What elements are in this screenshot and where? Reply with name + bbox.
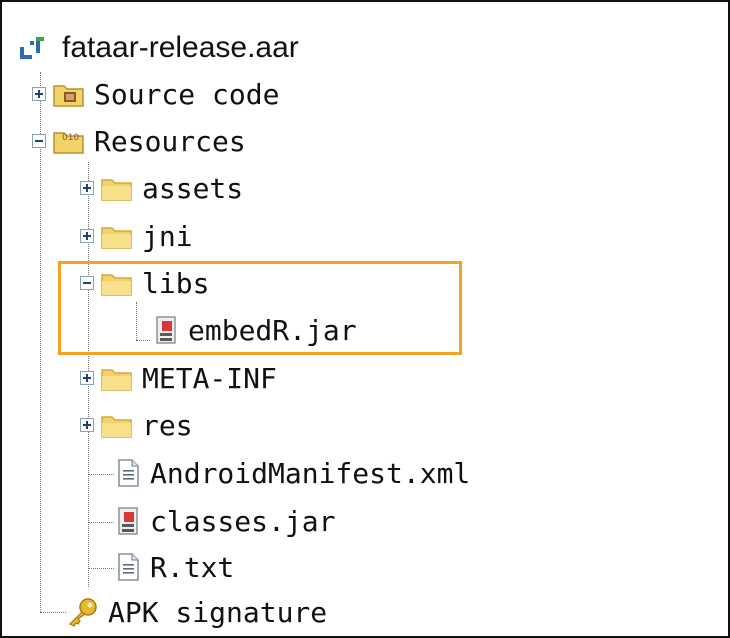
text-file-icon — [118, 459, 139, 487]
tree-guide-line — [88, 474, 114, 475]
tree-guide-line — [88, 568, 114, 569]
tree-item-label: APK signature — [108, 595, 328, 629]
tree-item-source-code[interactable]: Source code — [32, 72, 279, 116]
tree-item-label: AndroidManifest.xml — [150, 456, 471, 490]
expand-icon[interactable] — [32, 87, 46, 101]
folder-icon — [101, 416, 132, 438]
resources-folder-icon: 010 — [53, 132, 84, 154]
tree-guide-line — [88, 522, 114, 523]
tree-item-classes-jar[interactable]: classes.jar — [116, 499, 335, 543]
expand-icon[interactable] — [80, 229, 94, 243]
tree-root-label: fataar-release.aar — [62, 31, 299, 64]
key-icon — [68, 598, 97, 627]
tree-root[interactable]: fataar-release.aar — [18, 26, 299, 70]
tree-item-label: classes.jar — [150, 504, 336, 538]
tree-item-meta-inf[interactable]: META-INF — [80, 356, 277, 400]
tree-item-assets[interactable]: assets — [80, 166, 243, 210]
tree-item-android-manifest[interactable]: AndroidManifest.xml — [116, 451, 470, 495]
jar-file-icon — [118, 507, 138, 535]
package-folder-icon — [53, 85, 84, 107]
tree-item-resources[interactable]: 010 Resources — [32, 119, 246, 163]
expand-icon[interactable] — [80, 181, 94, 195]
svg-text:010: 010 — [62, 133, 79, 143]
tree-item-label: R.txt — [150, 550, 235, 584]
tree-item-jni[interactable]: jni — [80, 214, 193, 258]
tree-item-apk-signature[interactable]: APK signature — [66, 590, 327, 634]
text-file-icon — [118, 553, 139, 581]
tree-item-label: assets — [142, 171, 244, 205]
tree-item-label: jni — [142, 219, 193, 253]
project-tree-panel: fataar-release.aar Source code 010 Resou… — [0, 0, 730, 638]
tree-item-label: Source code — [94, 77, 280, 111]
folder-icon — [101, 179, 132, 201]
folder-icon — [101, 369, 132, 391]
tree-item-label: res — [142, 408, 193, 442]
tree-item-label: Resources — [94, 124, 246, 158]
tree-item-res[interactable]: res — [80, 403, 193, 447]
tree-item-label: META-INF — [142, 361, 277, 395]
folder-icon — [101, 227, 132, 249]
collapse-icon[interactable] — [32, 134, 46, 148]
archive-project-icon — [20, 37, 44, 59]
highlight-box — [58, 261, 462, 355]
expand-icon[interactable] — [80, 371, 94, 385]
tree-guide-line — [40, 612, 66, 613]
expand-icon[interactable] — [80, 418, 94, 432]
tree-item-r-txt[interactable]: R.txt — [116, 545, 234, 589]
